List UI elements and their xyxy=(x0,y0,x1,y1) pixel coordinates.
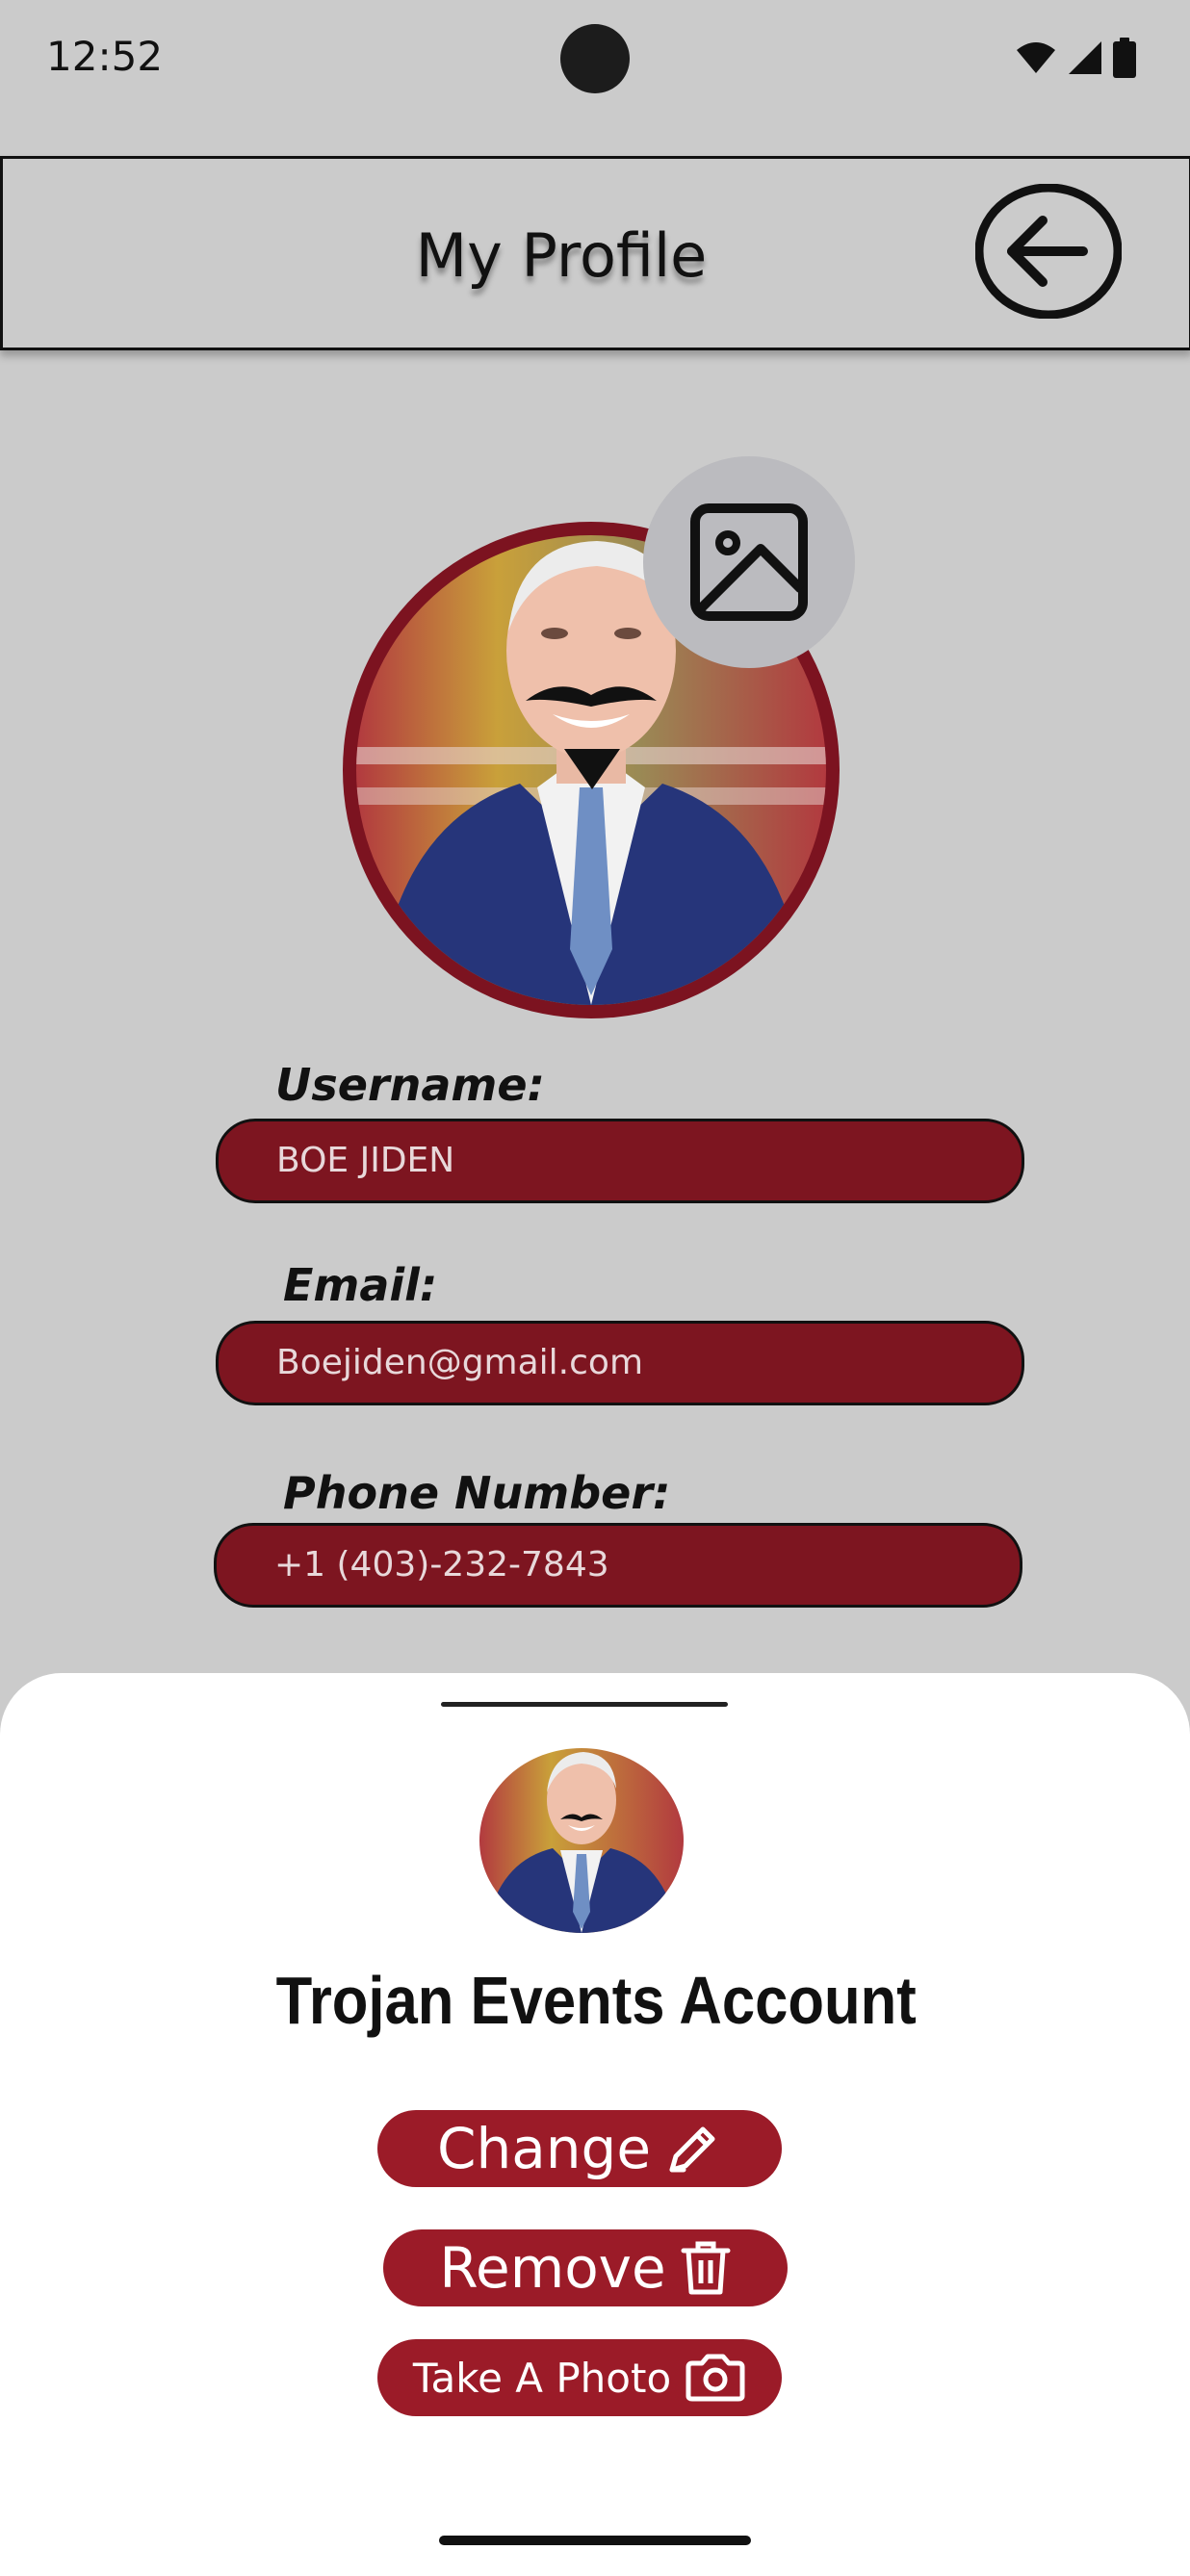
camera-cutout xyxy=(560,24,630,93)
email-field[interactable]: Boejiden@gmail.com xyxy=(216,1321,1024,1405)
bottom-sheet: Trojan Events Account Change Remove Take… xyxy=(0,1673,1190,2576)
take-photo-label: Take A Photo xyxy=(412,2354,672,2402)
status-icons xyxy=(1015,37,1136,79)
image-picker-button[interactable] xyxy=(643,456,855,668)
sheet-title: Trojan Events Account xyxy=(275,1963,917,2038)
take-photo-button[interactable]: Take A Photo xyxy=(377,2339,782,2416)
remove-button[interactable]: Remove xyxy=(383,2229,788,2306)
phone-field[interactable]: +1 (403)-232-7843 xyxy=(214,1523,1022,1608)
change-label: Change xyxy=(436,2116,652,2181)
gesture-nav-bar[interactable] xyxy=(439,2536,751,2545)
profile-screen: 12:52 My Profile Username: BOE JIDEN Ema… xyxy=(0,0,1190,2576)
remove-label: Remove xyxy=(439,2235,666,2301)
sheet-avatar xyxy=(479,1748,684,1933)
drag-handle[interactable] xyxy=(441,1702,728,1707)
arrow-left-circle-icon xyxy=(974,183,1123,320)
image-icon xyxy=(690,503,808,621)
username-field[interactable]: BOE JIDEN xyxy=(216,1119,1024,1203)
signal-icon xyxy=(1069,41,1101,74)
wifi-icon xyxy=(1017,42,1055,73)
trash-icon xyxy=(681,2241,731,2295)
pencil-icon xyxy=(669,2126,715,2173)
status-bar: 12:52 xyxy=(0,0,1190,116)
back-button[interactable] xyxy=(974,183,1123,320)
phone-label: Phone Number: xyxy=(283,1467,671,1519)
change-button[interactable]: Change xyxy=(377,2110,782,2187)
username-label: Username: xyxy=(275,1059,545,1111)
app-bar: My Profile xyxy=(0,156,1190,350)
page-title: My Profile xyxy=(415,220,708,291)
battery-icon xyxy=(1113,38,1136,78)
camera-icon xyxy=(686,2354,745,2402)
email-label: Email: xyxy=(283,1259,438,1311)
status-time: 12:52 xyxy=(46,33,164,80)
